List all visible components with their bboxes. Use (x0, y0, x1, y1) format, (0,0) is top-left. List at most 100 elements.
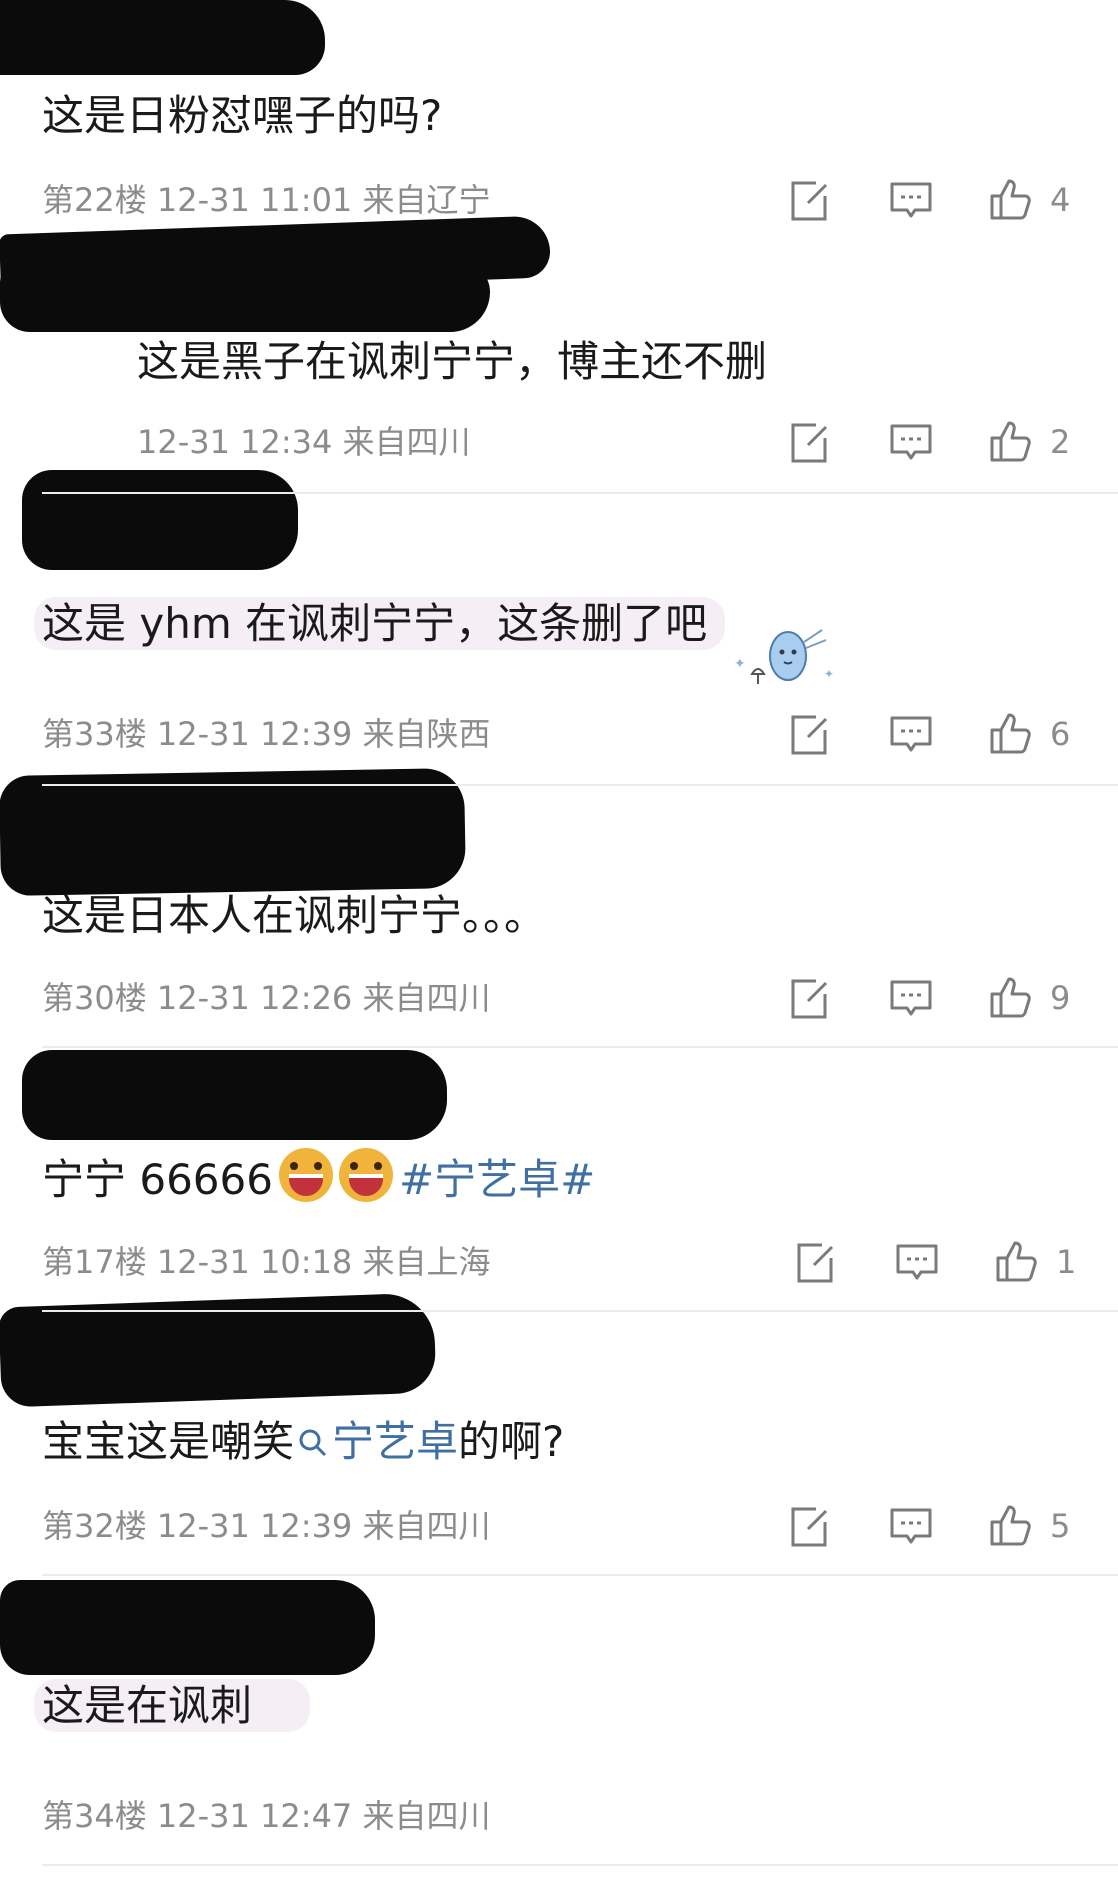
like-count: 1 (1056, 1243, 1077, 1281)
share-edit-icon (791, 715, 828, 755)
floor-number: 第32楼 (42, 1507, 147, 1545)
share-edit-icon (791, 979, 828, 1019)
share-edit-icon (791, 423, 828, 463)
forward-button[interactable] (786, 712, 832, 758)
like-count: 4 (1050, 181, 1071, 219)
comment-text: 宝宝这是嘲笑 宁艺卓的啊? (42, 1412, 564, 1472)
like-button[interactable] (988, 176, 1034, 222)
floor-number: 第30楼 (42, 979, 147, 1017)
comment-bubble: 这是 yhm 在讽刺宁宁，这条删了吧 (34, 597, 726, 650)
forward-button[interactable] (786, 976, 832, 1022)
comment-icon (890, 424, 932, 460)
redaction-mark (22, 1050, 447, 1140)
comment-text: 这是 yhm 在讽刺宁宁，这条删了吧 (34, 594, 726, 654)
reply-button[interactable] (888, 712, 934, 758)
comment-meta: 第32楼 12-31 12:39 来自四川 (42, 1504, 490, 1548)
like-count: 5 (1050, 1507, 1071, 1545)
thumbs-up-icon (990, 1505, 1031, 1546)
comment-icon (890, 716, 932, 752)
comment-meta: 第34楼 12-31 12:47 来自四川 (42, 1794, 490, 1838)
location: 来自四川 (362, 1797, 491, 1835)
location: 来自四川 (362, 1507, 491, 1545)
floor-number: 第34楼 (42, 1797, 147, 1835)
thumbs-up-icon (990, 713, 1031, 754)
cartoon-sticker: ✦ ✦ (732, 612, 844, 694)
redaction-mark (22, 470, 298, 570)
search-topic-label: 宁艺卓 (332, 1417, 459, 1466)
thumbs-up-icon (996, 1241, 1037, 1282)
search-icon (299, 1429, 327, 1457)
comment-icon (890, 980, 932, 1016)
forward-button[interactable] (792, 1240, 838, 1286)
svg-text:✦: ✦ (734, 656, 746, 672)
redaction-mark (0, 767, 467, 897)
location: 来自四川 (362, 979, 491, 1017)
like-button[interactable] (994, 1238, 1040, 1284)
comment-text: 这是日粉怼嘿子的吗? (42, 91, 443, 140)
like-count: 2 (1050, 423, 1071, 461)
thumbs-up-icon (990, 179, 1031, 220)
redaction-mark (0, 262, 490, 332)
comment-text-prefix: 宁宁 66666 (42, 1155, 273, 1204)
laughing-emoji-icon (278, 1148, 333, 1202)
like-button[interactable] (988, 1502, 1034, 1548)
like-count: 6 (1050, 715, 1071, 753)
timestamp: 12-31 12:39 (156, 715, 353, 753)
like-count: 9 (1050, 979, 1071, 1017)
comment-meta: 第30楼 12-31 12:26 来自四川 (42, 976, 490, 1020)
comment-icon (890, 182, 932, 218)
comment-meta: 第22楼 12-31 11:01 来自辽宁 (42, 178, 490, 222)
comment-meta: 第33楼 12-31 12:39 来自陕西 (42, 712, 490, 756)
like-button[interactable] (988, 710, 1034, 756)
location: 来自辽宁 (362, 181, 491, 219)
location: 来自四川 (342, 423, 471, 461)
share-edit-icon (791, 1507, 828, 1547)
comment-meta: 12-31 12:34 来自四川 (137, 420, 471, 464)
comment-icon (896, 1244, 938, 1280)
timestamp: 12-31 12:39 (156, 1507, 353, 1545)
forward-button[interactable] (786, 178, 832, 224)
timestamp: 12-31 11:01 (156, 181, 353, 219)
reply-button[interactable] (888, 420, 934, 466)
forward-button[interactable] (786, 1504, 832, 1550)
floor-number: 第17楼 (42, 1243, 147, 1281)
divider (42, 1046, 1118, 1048)
search-topic-link[interactable]: 宁艺卓 (294, 1417, 458, 1466)
location: 来自上海 (362, 1243, 491, 1281)
forward-button[interactable] (786, 420, 832, 466)
redaction-mark (0, 0, 325, 75)
floor-number: 第22楼 (42, 181, 147, 219)
share-edit-icon (797, 1243, 834, 1283)
divider (42, 1310, 1118, 1312)
reply-button[interactable] (888, 1504, 934, 1550)
reply-button[interactable] (888, 976, 934, 1022)
like-button[interactable] (988, 418, 1034, 464)
comment-text: 这是日本人在讽刺宁宁。。。 (42, 891, 547, 940)
topic-link[interactable]: #宁艺卓# (399, 1155, 595, 1204)
svg-text:✦: ✦ (824, 667, 834, 681)
reply-button[interactable] (894, 1240, 940, 1286)
timestamp: 12-31 10:18 (156, 1243, 353, 1281)
comment-bubble: 这是在讽刺 (34, 1679, 311, 1732)
comment-meta: 第17楼 12-31 10:18 来自上海 (42, 1240, 490, 1284)
timestamp: 12-31 12:47 (156, 1797, 353, 1835)
like-button[interactable] (988, 974, 1034, 1020)
divider (42, 784, 1118, 786)
comment-text-suffix: 的啊? (458, 1417, 565, 1466)
comment-text: 这是在讽刺 (34, 1676, 311, 1736)
divider (42, 492, 1118, 494)
location: 来自陕西 (362, 715, 491, 753)
divider (42, 1864, 1118, 1866)
redaction-mark (0, 1580, 375, 1675)
timestamp: 12-31 12:34 (137, 423, 333, 461)
comment-text: 宁宁 66666 #宁艺卓# (42, 1148, 595, 1210)
comment-icon (890, 1508, 932, 1544)
floor-number: 第33楼 (42, 715, 147, 753)
thumbs-up-icon (990, 977, 1031, 1018)
comment-text: 这是黑子在讽刺宁宁，博主还不删 (137, 337, 768, 386)
divider (42, 1574, 1118, 1576)
laughing-emoji-icon (338, 1148, 393, 1202)
share-edit-icon (791, 181, 828, 221)
reply-button[interactable] (888, 178, 934, 224)
timestamp: 12-31 12:26 (156, 979, 353, 1017)
